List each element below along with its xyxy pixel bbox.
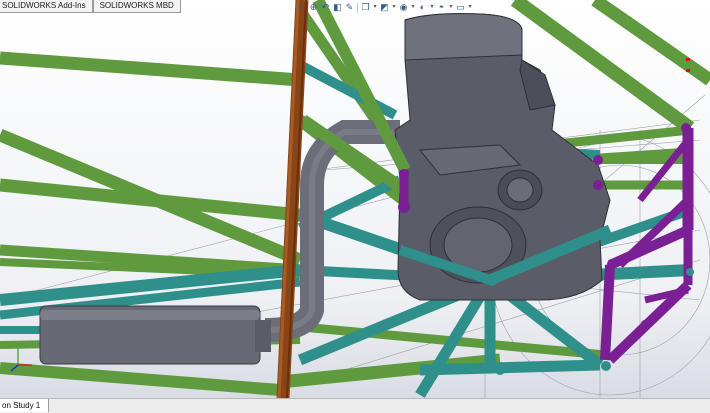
section-view-icon[interactable]: ◧: [332, 2, 343, 13]
chevron-down-icon[interactable]: ▾: [410, 2, 416, 13]
chevron-down-icon[interactable]: ▾: [372, 2, 378, 13]
chevron-down-icon[interactable]: ▾: [467, 2, 473, 13]
tab-solidworks-mbd[interactable]: SOLIDWORKS MBD: [92, 0, 181, 13]
apply-scene-icon[interactable]: ◓: [436, 2, 447, 13]
chevron-down-icon[interactable]: ▾: [429, 2, 435, 13]
axis-indicator-marks: [686, 58, 694, 78]
study-tabs-bar: on Study 1: [0, 398, 710, 413]
toolbar-divider: [357, 2, 358, 13]
zoom-to-fit-icon[interactable]: ⌕: [296, 2, 307, 13]
command-manager-tabs: SOLIDWORKS Add-Ins SOLIDWORKS MBD: [0, 0, 181, 13]
edit-appearance-icon[interactable]: ◐: [417, 2, 428, 13]
tab-solidworks-addins[interactable]: SOLIDWORKS Add-Ins: [0, 0, 93, 13]
tab-motion-study[interactable]: on Study 1: [0, 399, 50, 412]
view-orientation-icon[interactable]: ❒: [360, 2, 371, 13]
solidworks-window: SOLIDWORKS Add-Ins SOLIDWORKS MBD ⌕ ⊕ ↶ …: [0, 0, 710, 413]
graphics-area[interactable]: [0, 0, 710, 398]
previous-view-icon[interactable]: ↶: [320, 2, 331, 13]
view-settings-icon[interactable]: ▭: [455, 2, 466, 13]
zoom-to-area-icon[interactable]: ⊕: [308, 2, 319, 13]
dynamic-annotation-icon[interactable]: ✎: [344, 2, 355, 13]
chevron-down-icon[interactable]: ▾: [448, 2, 454, 13]
display-style-icon[interactable]: ◩: [379, 2, 390, 13]
heads-up-view-toolbar: ⌕ ⊕ ↶ ◧ ✎ ❒ ▾ ◩ ▾ ◉ ▾ ◐ ▾ ◓ ▾ ▭ ▾: [296, 1, 473, 14]
chevron-down-icon[interactable]: ▾: [391, 2, 397, 13]
hide-show-items-icon[interactable]: ◉: [398, 2, 409, 13]
